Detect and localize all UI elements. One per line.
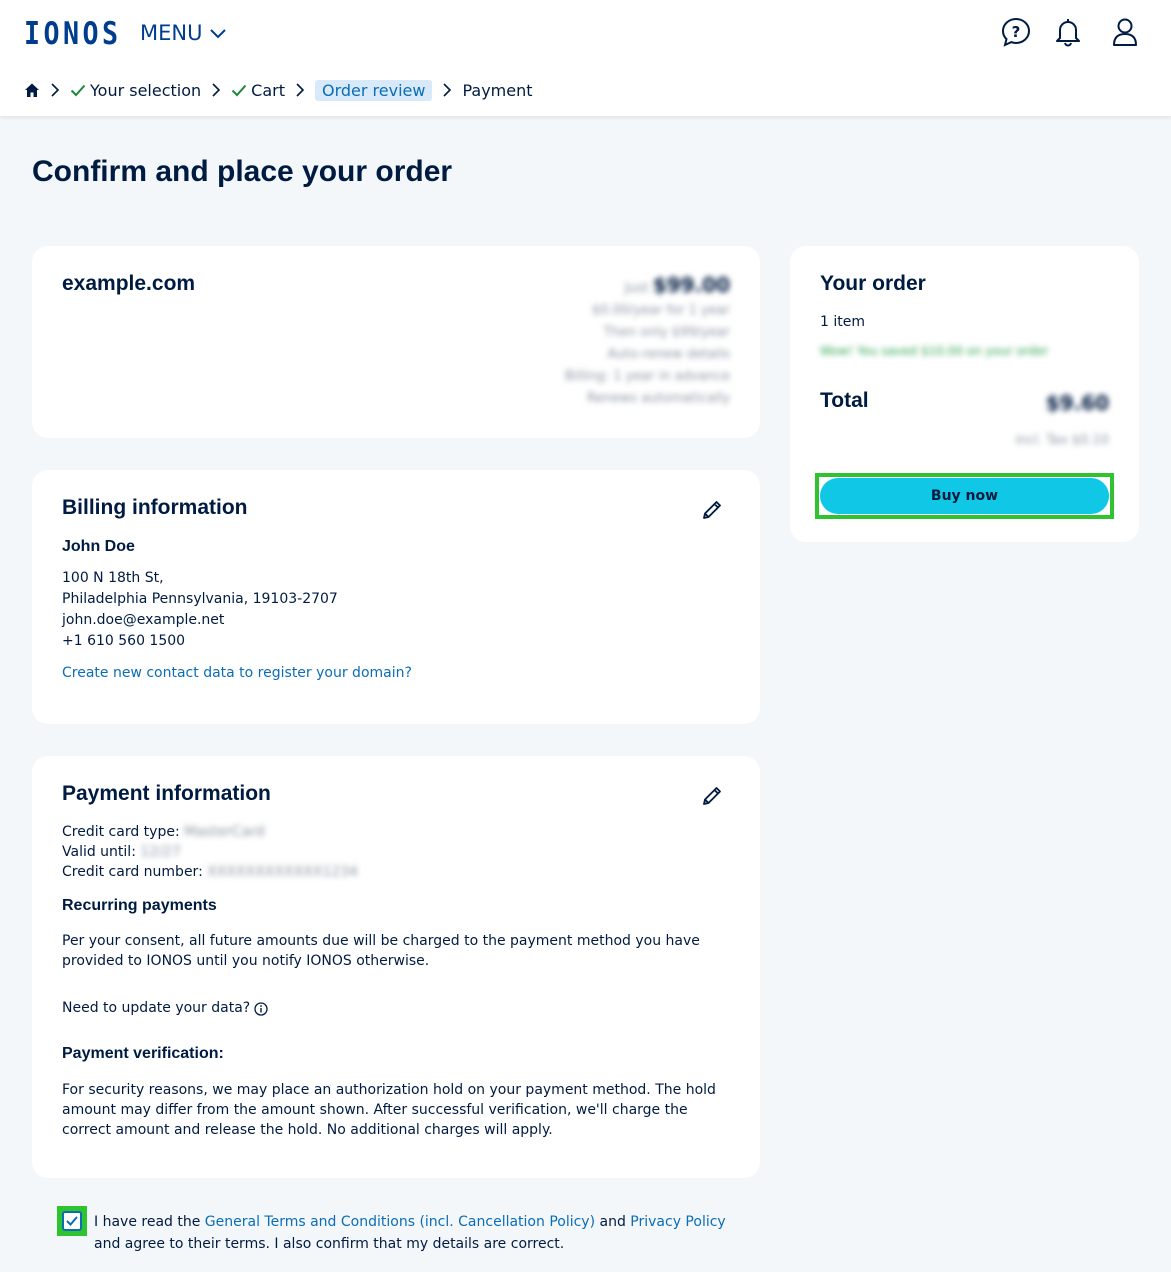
site-header: IONOS MENU ? Your selection Cart Order r… [0, 0, 1171, 116]
verification-title: Payment verification: [62, 1045, 224, 1062]
terms-conditions-link[interactable]: General Terms and Conditions (incl. Canc… [205, 1214, 595, 1230]
breadcrumb-your-selection[interactable]: Your selection [70, 81, 201, 100]
page-title: Confirm and place your order [32, 155, 453, 188]
valid-until-value: 12/27 [140, 844, 181, 860]
savings-text: Wow! You saved $10.00 on your order [820, 344, 1049, 358]
checkmark-icon [70, 84, 86, 97]
domain-name: example.com [62, 272, 196, 295]
chevron-right-icon [51, 83, 60, 97]
terms-prefix: I have read the [94, 1214, 201, 1230]
price-prefix: Just [624, 281, 649, 296]
chevron-right-icon [443, 83, 452, 97]
info-icon[interactable] [254, 1001, 268, 1016]
breadcrumb-label: Your selection [90, 80, 202, 100]
recurring-title: Recurring payments [62, 897, 217, 914]
order-title: Your order [820, 272, 926, 295]
tax-note: incl. Tax $0.10 [1015, 433, 1109, 448]
pencil-icon[interactable] [701, 499, 723, 521]
domain-price-details: Just $99.00 $0.00/year for 1 year Then o… [565, 274, 730, 410]
pencil-icon[interactable] [701, 785, 723, 807]
domain-price: $99.00 [652, 273, 730, 297]
total-value: $9.60 [1045, 391, 1109, 415]
breadcrumb-order-review: Order review [314, 79, 433, 101]
order-item-count: 1 item [820, 314, 865, 330]
help-icon[interactable]: ? [1000, 16, 1032, 48]
svg-text:?: ? [1012, 23, 1021, 41]
ionos-logo[interactable]: IONOS [24, 16, 121, 52]
billing-email: john.doe@example.net [62, 612, 225, 628]
menu-label: MENU [140, 21, 203, 45]
home-icon[interactable] [24, 82, 40, 98]
price-detail: Then only $99/year [603, 325, 730, 340]
card-number-value: XXXXXXXXXXXX1234 [207, 864, 358, 880]
breadcrumb-label: Cart [251, 80, 285, 100]
terms-checkbox-highlight [57, 1206, 87, 1236]
total-label: Total [820, 389, 869, 412]
terms-text: I have read the General Terms and Condit… [94, 1211, 754, 1255]
billing-card: Billing information John Doe 100 N 18th … [32, 470, 760, 724]
domain-card: example.com Just $99.00 $0.00/year for 1… [32, 246, 760, 438]
valid-until-label: Valid until: [62, 844, 136, 860]
payment-title: Payment information [62, 782, 271, 805]
user-icon[interactable] [1109, 16, 1141, 48]
checkmark-icon [66, 1216, 78, 1226]
billing-title: Billing information [62, 496, 248, 519]
price-detail: $0.00/year for 1 year [591, 303, 730, 318]
card-number-label: Credit card number: [62, 864, 203, 880]
price-detail: Auto-renew details [607, 347, 730, 362]
price-detail: Renews automatically [587, 391, 730, 406]
checkmark-icon [231, 84, 247, 97]
billing-name: John Doe [62, 538, 135, 555]
billing-phone: +1 610 560 1500 [62, 633, 186, 649]
chevron-right-icon [212, 83, 221, 97]
privacy-policy-link[interactable]: Privacy Policy [630, 1214, 725, 1230]
price-detail: Billing: 1 year in advance [564, 369, 730, 384]
breadcrumb: Your selection Cart Order review Payment [24, 79, 533, 101]
card-type-value: MasterCard [184, 824, 265, 840]
payment-card: Payment information Credit card type: Ma… [32, 756, 760, 1178]
breadcrumb-cart[interactable]: Cart [231, 81, 285, 100]
terms-checkbox[interactable] [62, 1211, 82, 1231]
recurring-text: Per your consent, all future amounts due… [62, 933, 700, 969]
billing-address-line1: 100 N 18th St, [62, 570, 164, 586]
order-summary-card: Your order 1 item Wow! You saved $10.00 … [790, 246, 1139, 542]
chevron-down-icon [210, 29, 227, 39]
verification-text: For security reasons, we may place an au… [62, 1082, 716, 1138]
billing-address-line2: Philadelphia Pennsylvania, 19103-2707 [62, 591, 338, 607]
buy-now-button[interactable]: Buy now [820, 478, 1109, 514]
menu-button[interactable]: MENU [140, 21, 228, 45]
update-data-text: Need to update your data? [62, 1000, 251, 1016]
bell-icon[interactable] [1052, 16, 1084, 48]
terms-suffix: and agree to their terms. I also confirm… [94, 1236, 565, 1252]
create-contact-link[interactable]: Create new contact data to register your… [62, 665, 412, 681]
chevron-right-icon [296, 83, 305, 97]
card-type-label: Credit card type: [62, 824, 180, 840]
breadcrumb-payment: Payment [462, 80, 533, 100]
terms-middle: and [599, 1214, 626, 1230]
